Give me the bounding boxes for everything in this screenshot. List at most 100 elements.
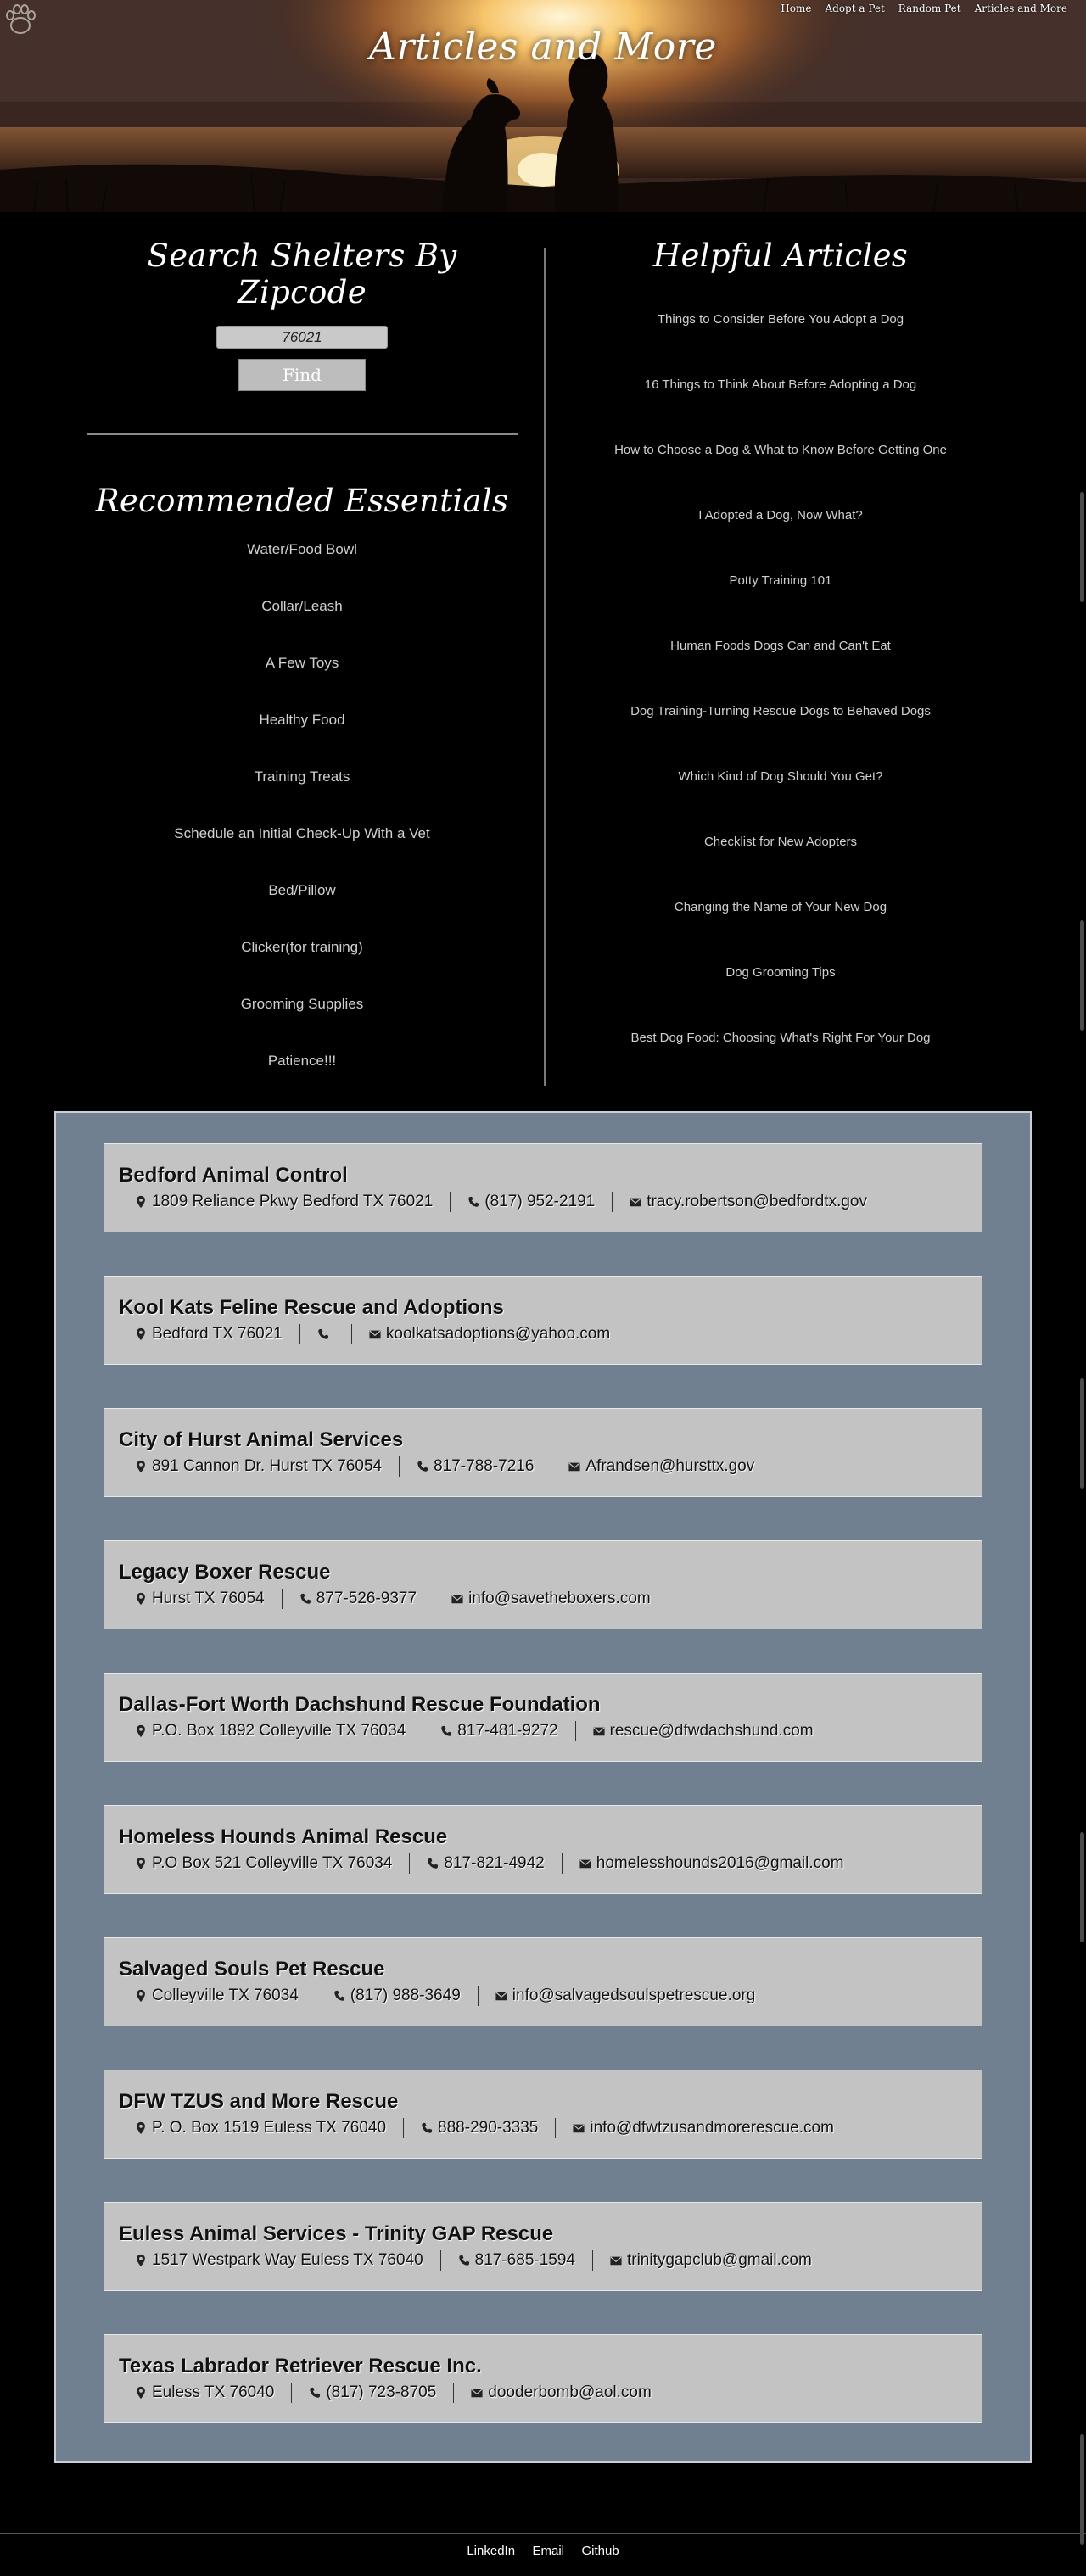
phone-icon — [318, 1328, 328, 1339]
article-link[interactable]: Dog Grooming Tips — [725, 965, 835, 980]
zipcode-input[interactable] — [216, 326, 388, 349]
find-button[interactable]: Find — [238, 359, 366, 391]
scrollbar-thumb[interactable] — [1080, 1378, 1084, 1489]
shelter-name: City of Hurst Animal Services — [119, 1428, 404, 1451]
scrollbar[interactable] — [1078, 0, 1086, 2576]
phone-icon — [468, 1196, 479, 1207]
phone-icon — [458, 2255, 469, 2266]
hero-banner: Home Adopt a Pet Random Pet Articles and… — [0, 0, 1086, 212]
essential-item: Training Treats — [254, 768, 350, 785]
footer-linkedin-link[interactable]: LinkedIn — [467, 2544, 515, 2558]
shelter-card: Texas Labrador Retriever Rescue Inc. Eul… — [104, 2334, 982, 2423]
column-divider — [544, 248, 546, 1086]
email-text[interactable]: koolkatsadoptions@yahoo.com — [386, 1325, 610, 1344]
article-link[interactable]: I Adopted a Dog, Now What? — [698, 508, 862, 522]
shelter-name: Kool Kats Feline Rescue and Adoptions — [119, 1296, 504, 1319]
nav-random-pet[interactable]: Random Pet — [898, 3, 961, 14]
shelter-address: P. O. Box 1519 Euless TX 76040 — [119, 2118, 403, 2138]
shelter-address: 1517 Westpark Way Euless TX 76040 — [119, 2250, 440, 2271]
essential-item: Water/Food Bowl — [247, 541, 357, 557]
scrollbar-thumb[interactable] — [1080, 2434, 1084, 2545]
address-text: P.O Box 521 Colleyville TX 76034 — [152, 1854, 393, 1872]
phone-icon — [428, 1858, 439, 1869]
email-text[interactable]: dooderbomb@aol.com — [488, 2383, 652, 2402]
email-text[interactable]: info@dfwtzusandmorerescue.com — [590, 2119, 834, 2137]
map-marker-icon — [137, 1724, 145, 1738]
shelter-address: Euless TX 76040 — [119, 2383, 291, 2403]
scrollbar-thumb[interactable] — [1080, 492, 1084, 602]
phone-text[interactable]: 817-481-9272 — [457, 1722, 557, 1741]
shelter-info: 1809 Reliance Pkwy Bedford TX 76021 (817… — [119, 1192, 982, 1212]
phone-text[interactable]: 817-821-4942 — [444, 1854, 544, 1873]
article-link[interactable]: Checklist for New Adopters — [704, 835, 857, 849]
address-text: P. O. Box 1519 Euless TX 76040 — [152, 2119, 387, 2137]
article-item: Things to Consider Before You Adopt a Do… — [577, 311, 984, 377]
envelope-icon — [573, 2124, 585, 2133]
shelter-email: info@salvagedsoulspetrescue.org — [477, 1986, 773, 2006]
email-text[interactable]: trinitygapclub@gmail.com — [627, 2251, 812, 2270]
article-link[interactable]: Best Dog Food: Choosing What's Right For… — [630, 1031, 930, 1045]
essential-item: Bed/Pillow — [268, 882, 336, 898]
nav-home[interactable]: Home — [781, 3, 811, 14]
email-text[interactable]: info@salvagedsoulspetrescue.org — [512, 1986, 756, 2005]
article-link[interactable]: Dog Training-Turning Rescue Dogs to Beha… — [630, 704, 931, 718]
article-link[interactable]: How to Choose a Dog & What to Know Befor… — [614, 443, 947, 457]
address-text: Euless TX 76040 — [152, 2383, 275, 2401]
footer-github-link[interactable]: Github — [581, 2544, 619, 2558]
nav-adopt-a-pet[interactable]: Adopt a Pet — [825, 3, 884, 14]
shelter-name: Texas Labrador Retriever Rescue Inc. — [119, 2355, 482, 2378]
shelter-name: Bedford Animal Control — [119, 1164, 348, 1187]
address-text: Colleyville TX 76034 — [152, 1986, 299, 2004]
shelter-info: 891 Cannon Dr. Hurst TX 76054 817-788-72… — [119, 1456, 982, 1477]
shelter-email: koolkatsadoptions@yahoo.com — [350, 1324, 627, 1344]
address-text: 891 Cannon Dr. Hurst TX 76054 — [152, 1457, 383, 1475]
shelter-card: Euless Animal Services - Trinity GAP Res… — [104, 2202, 982, 2291]
shelter-phone: (817) 952-2191 — [450, 1192, 612, 1212]
shelter-email: Afrandsen@hursttx.gov — [551, 1456, 771, 1477]
phone-icon — [310, 2387, 321, 2398]
article-item: Which Kind of Dog Should You Get? — [577, 768, 984, 834]
article-link[interactable]: Changing the Name of Your New Dog — [675, 900, 887, 914]
article-link[interactable]: 16 Things to Think About Before Adopting… — [645, 377, 917, 392]
scrollbar-thumb[interactable] — [1080, 1832, 1084, 1942]
shelter-card: Kool Kats Feline Rescue and Adoptions Be… — [104, 1276, 982, 1365]
essentials-heading: Recommended Essentials — [95, 483, 509, 519]
shelter-info: P.O Box 521 Colleyville TX 76034 817-821… — [119, 1853, 982, 1874]
footer: LinkedIn Email Github — [0, 2544, 1086, 2559]
article-link[interactable]: Potty Training 101 — [730, 573, 832, 588]
phone-text[interactable]: 888-290-3335 — [438, 2119, 538, 2137]
phone-text[interactable]: 817-788-7216 — [434, 1457, 534, 1476]
shelter-email: rescue@dfwdachshund.com — [574, 1721, 831, 1741]
top-nav: Home Adopt a Pet Random Pet Articles and… — [781, 3, 1067, 14]
shelter-address: P.O Box 521 Colleyville TX 76034 — [119, 1853, 409, 1874]
phone-text[interactable]: (817) 723-8705 — [326, 2383, 436, 2402]
envelope-icon — [451, 1595, 463, 1604]
email-text[interactable]: Afrandsen@hursttx.gov — [585, 1457, 754, 1476]
article-link[interactable]: Human Foods Dogs Can and Can't Eat — [670, 639, 891, 653]
article-item: How to Choose a Dog & What to Know Befor… — [577, 442, 984, 507]
envelope-icon — [369, 1330, 381, 1339]
email-text[interactable]: tracy.robertson@bedfordtx.gov — [647, 1193, 867, 1211]
email-text[interactable]: info@savetheboxers.com — [468, 1590, 651, 1608]
phone-text[interactable]: 877-526-9377 — [316, 1590, 417, 1608]
email-text[interactable]: rescue@dfwdachshund.com — [610, 1722, 814, 1741]
shelter-phone — [299, 1324, 351, 1344]
address-text: Hurst TX 76054 — [152, 1590, 265, 1607]
email-text[interactable]: homelesshounds2016@gmail.com — [596, 1854, 844, 1873]
scrollbar-thumb[interactable] — [1080, 920, 1084, 1031]
phone-text[interactable]: (817) 952-2191 — [484, 1193, 595, 1211]
article-link[interactable]: Things to Consider Before You Adopt a Do… — [658, 312, 904, 327]
article-link[interactable]: Which Kind of Dog Should You Get? — [679, 769, 883, 784]
phone-text[interactable]: (817) 988-3649 — [350, 1986, 461, 2005]
nav-articles-and-more[interactable]: Articles and More — [975, 3, 1067, 14]
shelter-phone: (817) 988-3649 — [315, 1986, 478, 2006]
shelter-phone: 817-481-9272 — [423, 1721, 574, 1741]
section-divider — [87, 433, 518, 435]
shelter-card: Bedford Animal Control 1809 Reliance Pkw… — [104, 1143, 982, 1232]
phone-icon — [300, 1593, 311, 1604]
articles-heading: Helpful Articles — [652, 237, 909, 274]
phone-text[interactable]: 817-685-1594 — [475, 2251, 575, 2270]
essential-item: Collar/Leash — [261, 598, 343, 614]
footer-email-link[interactable]: Email — [533, 2544, 565, 2558]
phone-icon — [417, 1461, 428, 1472]
